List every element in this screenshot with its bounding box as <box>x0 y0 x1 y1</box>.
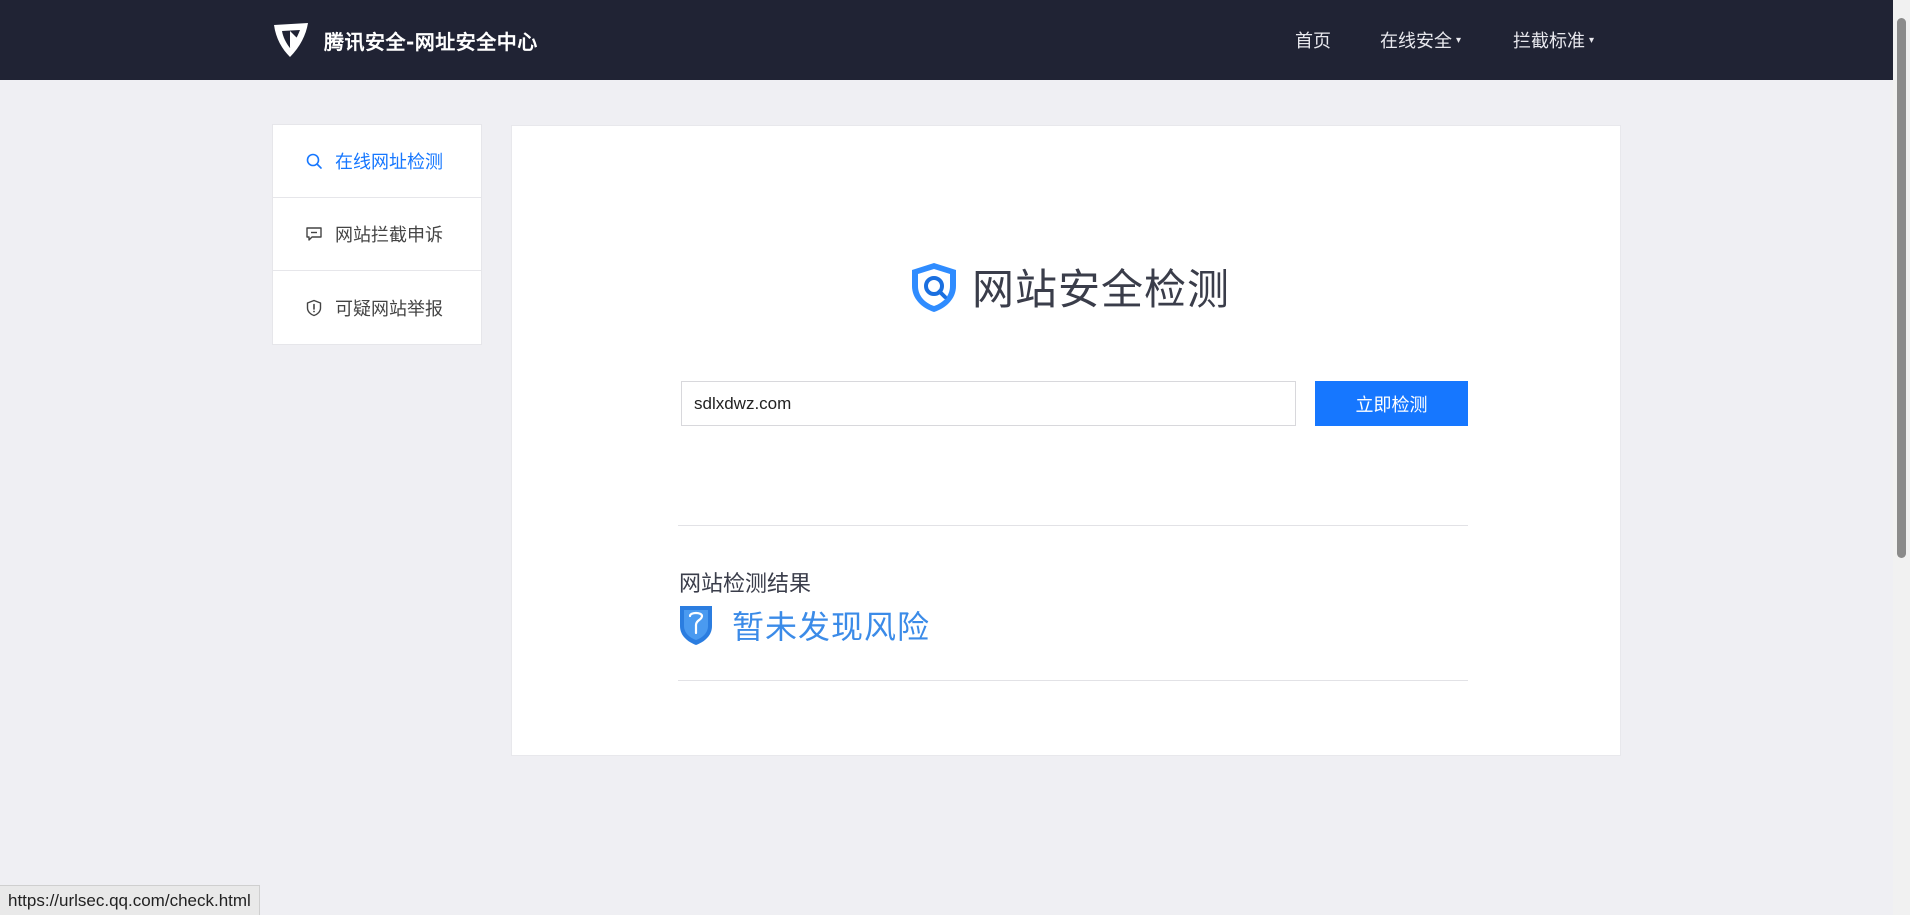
vertical-scrollbar[interactable] <box>1893 0 1910 915</box>
nav-online-security[interactable]: 在线安全 ▾ <box>1380 27 1461 53</box>
check-now-button[interactable]: 立即检测 <box>1315 381 1468 426</box>
result-status: 暂未发现风险 <box>678 602 930 648</box>
sidebar-item-url-check[interactable]: 在线网址检测 <box>273 125 481 198</box>
main-card: 网站安全检测 立即检测 网站检测结果 暂未发现风险 <box>511 125 1621 756</box>
url-input[interactable] <box>681 381 1296 426</box>
chevron-down-icon: ▾ <box>1456 34 1462 46</box>
shield-search-icon <box>912 262 956 312</box>
tencent-security-logo-icon <box>274 23 308 57</box>
chat-icon <box>306 227 322 241</box>
brand-title: 腾讯安全-网址安全中心 <box>324 29 538 54</box>
search-icon <box>306 153 322 169</box>
status-url: https://urlsec.qq.com/check.html <box>8 890 251 910</box>
page: 腾讯安全-网址安全中心 首页 在线安全 ▾ 拦截标准 ▾ 在线网址检测 网站拦截… <box>0 0 1910 915</box>
nav-home[interactable]: 首页 <box>1295 27 1331 53</box>
shield-alert-icon <box>306 299 322 316</box>
sidebar-item-label: 可疑网站举报 <box>335 298 443 320</box>
sidebar: 在线网址检测 网站拦截申诉 可疑网站举报 <box>272 124 482 345</box>
sidebar-item-label: 网站拦截申诉 <box>335 225 443 246</box>
sidebar-item-label: 在线网址检测 <box>335 152 443 173</box>
result-status-text: 暂未发现风险 <box>732 608 931 646</box>
chevron-down-icon: ▾ <box>1589 34 1595 46</box>
divider-bottom <box>678 680 1468 681</box>
nav-block-standard-label: 拦截标准 <box>1513 31 1585 52</box>
nav-home-label: 首页 <box>1295 31 1331 52</box>
sidebar-item-report-suspicious[interactable]: 可疑网站举报 <box>273 271 481 344</box>
divider-top <box>678 525 1468 526</box>
shield-question-icon <box>680 606 712 645</box>
nav-online-security-label: 在线安全 <box>1380 31 1452 52</box>
top-header: 腾讯安全-网址安全中心 首页 在线安全 ▾ 拦截标准 ▾ <box>0 0 1893 80</box>
brand-link[interactable]: 腾讯安全-网址安全中心 <box>270 18 538 62</box>
link-status-bar: https://urlsec.qq.com/check.html <box>0 885 260 915</box>
nav-block-standard[interactable]: 拦截标准 ▾ <box>1513 27 1594 53</box>
page-title-block: 网站安全检测 <box>906 256 1230 317</box>
page-title: 网站安全检测 <box>972 265 1231 314</box>
scrollbar-thumb[interactable] <box>1897 18 1906 558</box>
result-heading: 网站检测结果 <box>679 572 812 597</box>
sidebar-item-block-appeal[interactable]: 网站拦截申诉 <box>273 198 481 271</box>
